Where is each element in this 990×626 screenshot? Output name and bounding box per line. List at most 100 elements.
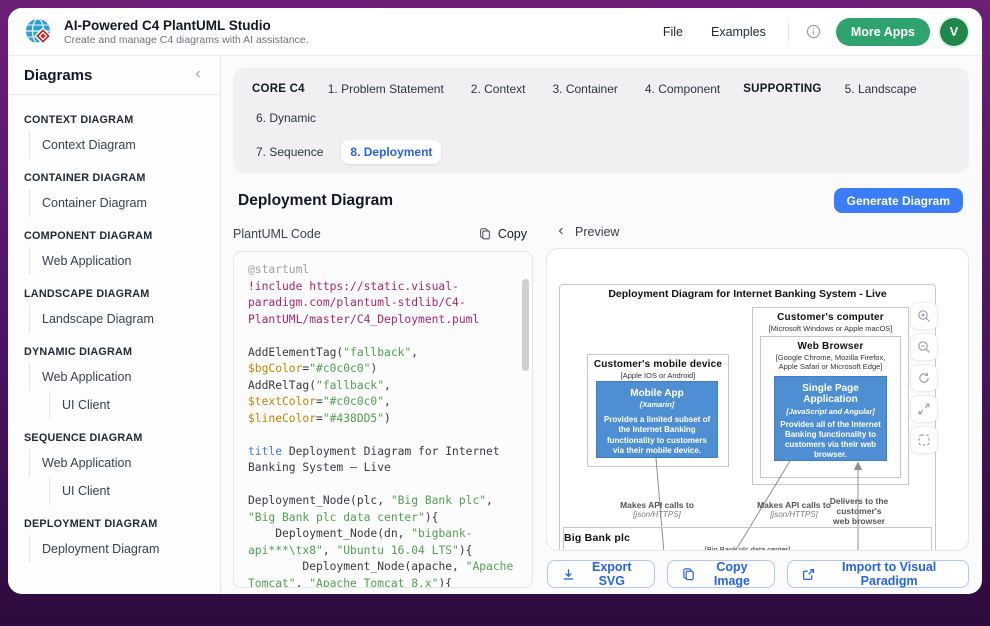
- sidebar-item-web-application[interactable]: Web Application: [29, 363, 210, 391]
- code-line: Deployment_Node(plc, "Big Bank plc", "Bi…: [248, 493, 516, 526]
- tab-6-dynamic[interactable]: 6. Dynamic: [247, 106, 325, 130]
- preview-actions: Export SVG Copy Image Import to Visual Par…: [546, 560, 969, 588]
- node-tech: [Google Chrome, Mozilla Firefox, Apple S…: [761, 353, 900, 372]
- export-svg-button[interactable]: Export SVG: [547, 560, 655, 588]
- plantuml-code[interactable]: @startuml!include https://static.visual-…: [248, 262, 516, 588]
- app-logo-icon: [24, 17, 54, 47]
- info-button[interactable]: [805, 23, 822, 40]
- sidebar-item-context-diagram[interactable]: Context Diagram: [29, 131, 210, 159]
- node-tech: [Big Bank plc data center]: [564, 545, 931, 551]
- zoom-toolbar: [910, 302, 938, 454]
- sidebar-item-deployment-diagram[interactable]: Deployment Diagram: [29, 535, 210, 563]
- app-header: AI-Powered C4 PlantUML Studio Create and…: [8, 8, 982, 56]
- app-subtitle: Create and manage C4 diagrams with AI as…: [64, 34, 309, 46]
- sidebar: Diagrams CONTEXT DIAGRAM Context Diagram C…: [8, 56, 221, 594]
- preview-panel-label: Preview: [575, 225, 619, 239]
- sidebar-item-landscape-diagram[interactable]: Landscape Diagram: [29, 305, 210, 333]
- relation-label: Makes API calls to[json/HTTPS]: [615, 500, 699, 519]
- header-menu: File Examples: [663, 25, 766, 39]
- download-icon: [561, 567, 576, 582]
- more-apps-button[interactable]: More Apps: [836, 18, 930, 46]
- copy-icon: [681, 567, 696, 582]
- menu-file[interactable]: File: [663, 25, 683, 39]
- container-desc: Provides a limited subset of the Interne…: [602, 415, 712, 456]
- generate-diagram-button[interactable]: Generate Diagram: [834, 188, 963, 213]
- code-panel-label: PlantUML Code: [233, 227, 321, 241]
- sidebar-section-container-diagram: CONTAINER DIAGRAM: [24, 172, 210, 184]
- tab-1-problem-statement[interactable]: 1. Problem Statement: [319, 77, 453, 101]
- relation-label: Delivers to the customer's web browser: [828, 496, 890, 527]
- action-label: Copy Image: [703, 560, 762, 588]
- sidebar-item-container-diagram[interactable]: Container Diagram: [29, 189, 210, 217]
- menu-examples[interactable]: Examples: [711, 25, 766, 39]
- node-title: Customer's computer: [753, 312, 908, 323]
- external-link-icon: [801, 567, 816, 582]
- node-tech: [Microsoft Windows or Apple macOS]: [753, 324, 908, 333]
- code-editor[interactable]: @startuml!include https://static.visual-…: [233, 251, 533, 588]
- tab-7-sequence[interactable]: 7. Sequence: [247, 140, 332, 164]
- avatar[interactable]: V: [940, 18, 968, 46]
- preview-column: Preview Deployment Diagram for Internet …: [546, 223, 969, 588]
- fit-to-screen-button[interactable]: [910, 426, 938, 454]
- reset-zoom-button[interactable]: [910, 364, 938, 392]
- tab-group-core-c4: CORE C4: [247, 78, 310, 100]
- reset-zoom-icon: [916, 370, 932, 386]
- tab-5-landscape[interactable]: 5. Landscape: [836, 77, 926, 101]
- copy-code-label: Copy: [498, 227, 527, 241]
- container-tech: [Xamarin]: [602, 400, 712, 409]
- container-spa: Single Page Application [JavaScript and …: [774, 376, 887, 461]
- code-line: title Deployment Diagram for Internet Ba…: [248, 444, 516, 477]
- container-desc: Provides all of the Internet Banking fun…: [780, 420, 881, 461]
- container-tech: [JavaScript and Angular]: [780, 407, 881, 416]
- sidebar-collapse-button[interactable]: [192, 68, 204, 83]
- tab-group-supporting: SUPPORTING: [738, 78, 826, 100]
- code-scrollbar-track: [522, 257, 529, 582]
- copy-code-button[interactable]: Copy: [478, 227, 527, 241]
- zoom-out-icon: [916, 339, 932, 355]
- diagram-tabbar: CORE C4 1. Problem Statement 2. Context 3. …: [233, 68, 969, 173]
- diagram-preview-canvas[interactable]: Deployment Diagram for Internet Banking …: [546, 248, 969, 551]
- node-title: Web Browser: [761, 341, 900, 352]
- node-big-bank: Big Bank plc [Big Bank plc data center]: [563, 527, 932, 551]
- sidebar-section-component-diagram: COMPONENT DIAGRAM: [24, 230, 210, 242]
- sidebar-item-web-application[interactable]: Web Application: [29, 247, 210, 275]
- code-line: [248, 477, 516, 494]
- zoom-in-icon: [916, 308, 932, 324]
- sidebar-title: Diagrams: [24, 67, 92, 84]
- app-title: AI-Powered C4 PlantUML Studio: [64, 18, 309, 33]
- code-line: [248, 328, 516, 345]
- node-title: Customer's mobile device: [588, 359, 728, 370]
- import-to-visual-paradigm-button[interactable]: Import to Visual Paradigm: [787, 560, 969, 588]
- code-line: AddElementTag("fallback", $bgColor="#c0c…: [248, 345, 516, 378]
- preview-collapse-button[interactable]: [555, 225, 567, 240]
- code-line: [248, 427, 516, 444]
- code-line: @startuml: [248, 262, 516, 279]
- code-line: !include https://static.visual-paradigm.…: [248, 279, 516, 329]
- header-divider: [788, 22, 789, 42]
- fullscreen-button[interactable]: [910, 395, 938, 423]
- page-title: Deployment Diagram: [238, 192, 393, 210]
- sidebar-section-context-diagram: CONTEXT DIAGRAM: [24, 114, 210, 126]
- zoom-out-button[interactable]: [910, 333, 938, 361]
- sidebar-section-landscape-diagram: LANDSCAPE DIAGRAM: [24, 288, 210, 300]
- container-mobile-app: Mobile App [Xamarin] Provides a limited …: [596, 381, 718, 458]
- zoom-in-button[interactable]: [910, 302, 938, 330]
- chevron-left-icon: [555, 225, 567, 240]
- tab-3-container[interactable]: 3. Container: [544, 77, 627, 101]
- sidebar-section-sequence-diagram: SEQUENCE DIAGRAM: [24, 432, 210, 444]
- sidebar-item-ui-client[interactable]: UI Client: [49, 477, 210, 505]
- action-label: Export SVG: [583, 560, 641, 588]
- sidebar-section-dynamic-diagram: DYNAMIC DIAGRAM: [24, 346, 210, 358]
- code-column: PlantUML Code Copy @star: [233, 223, 533, 588]
- sidebar-item-web-application[interactable]: Web Application: [29, 449, 210, 477]
- code-line: Deployment_Node(apache, "Apache Tomcat",…: [248, 559, 516, 588]
- tab-8-deployment[interactable]: 8. Deployment: [341, 140, 441, 164]
- sidebar-section-deployment-diagram: DEPLOYMENT DIAGRAM: [24, 518, 210, 530]
- tab-4-component[interactable]: 4. Component: [636, 77, 729, 101]
- action-label: Import to Visual Paradigm: [823, 560, 955, 588]
- code-scrollbar-thumb[interactable]: [522, 279, 529, 371]
- tab-2-context[interactable]: 2. Context: [462, 77, 535, 101]
- main-area: CORE C4 1. Problem Statement 2. Context 3. …: [221, 56, 982, 594]
- copy-image-button[interactable]: Copy Image: [667, 560, 776, 588]
- sidebar-item-ui-client[interactable]: UI Client: [49, 391, 210, 419]
